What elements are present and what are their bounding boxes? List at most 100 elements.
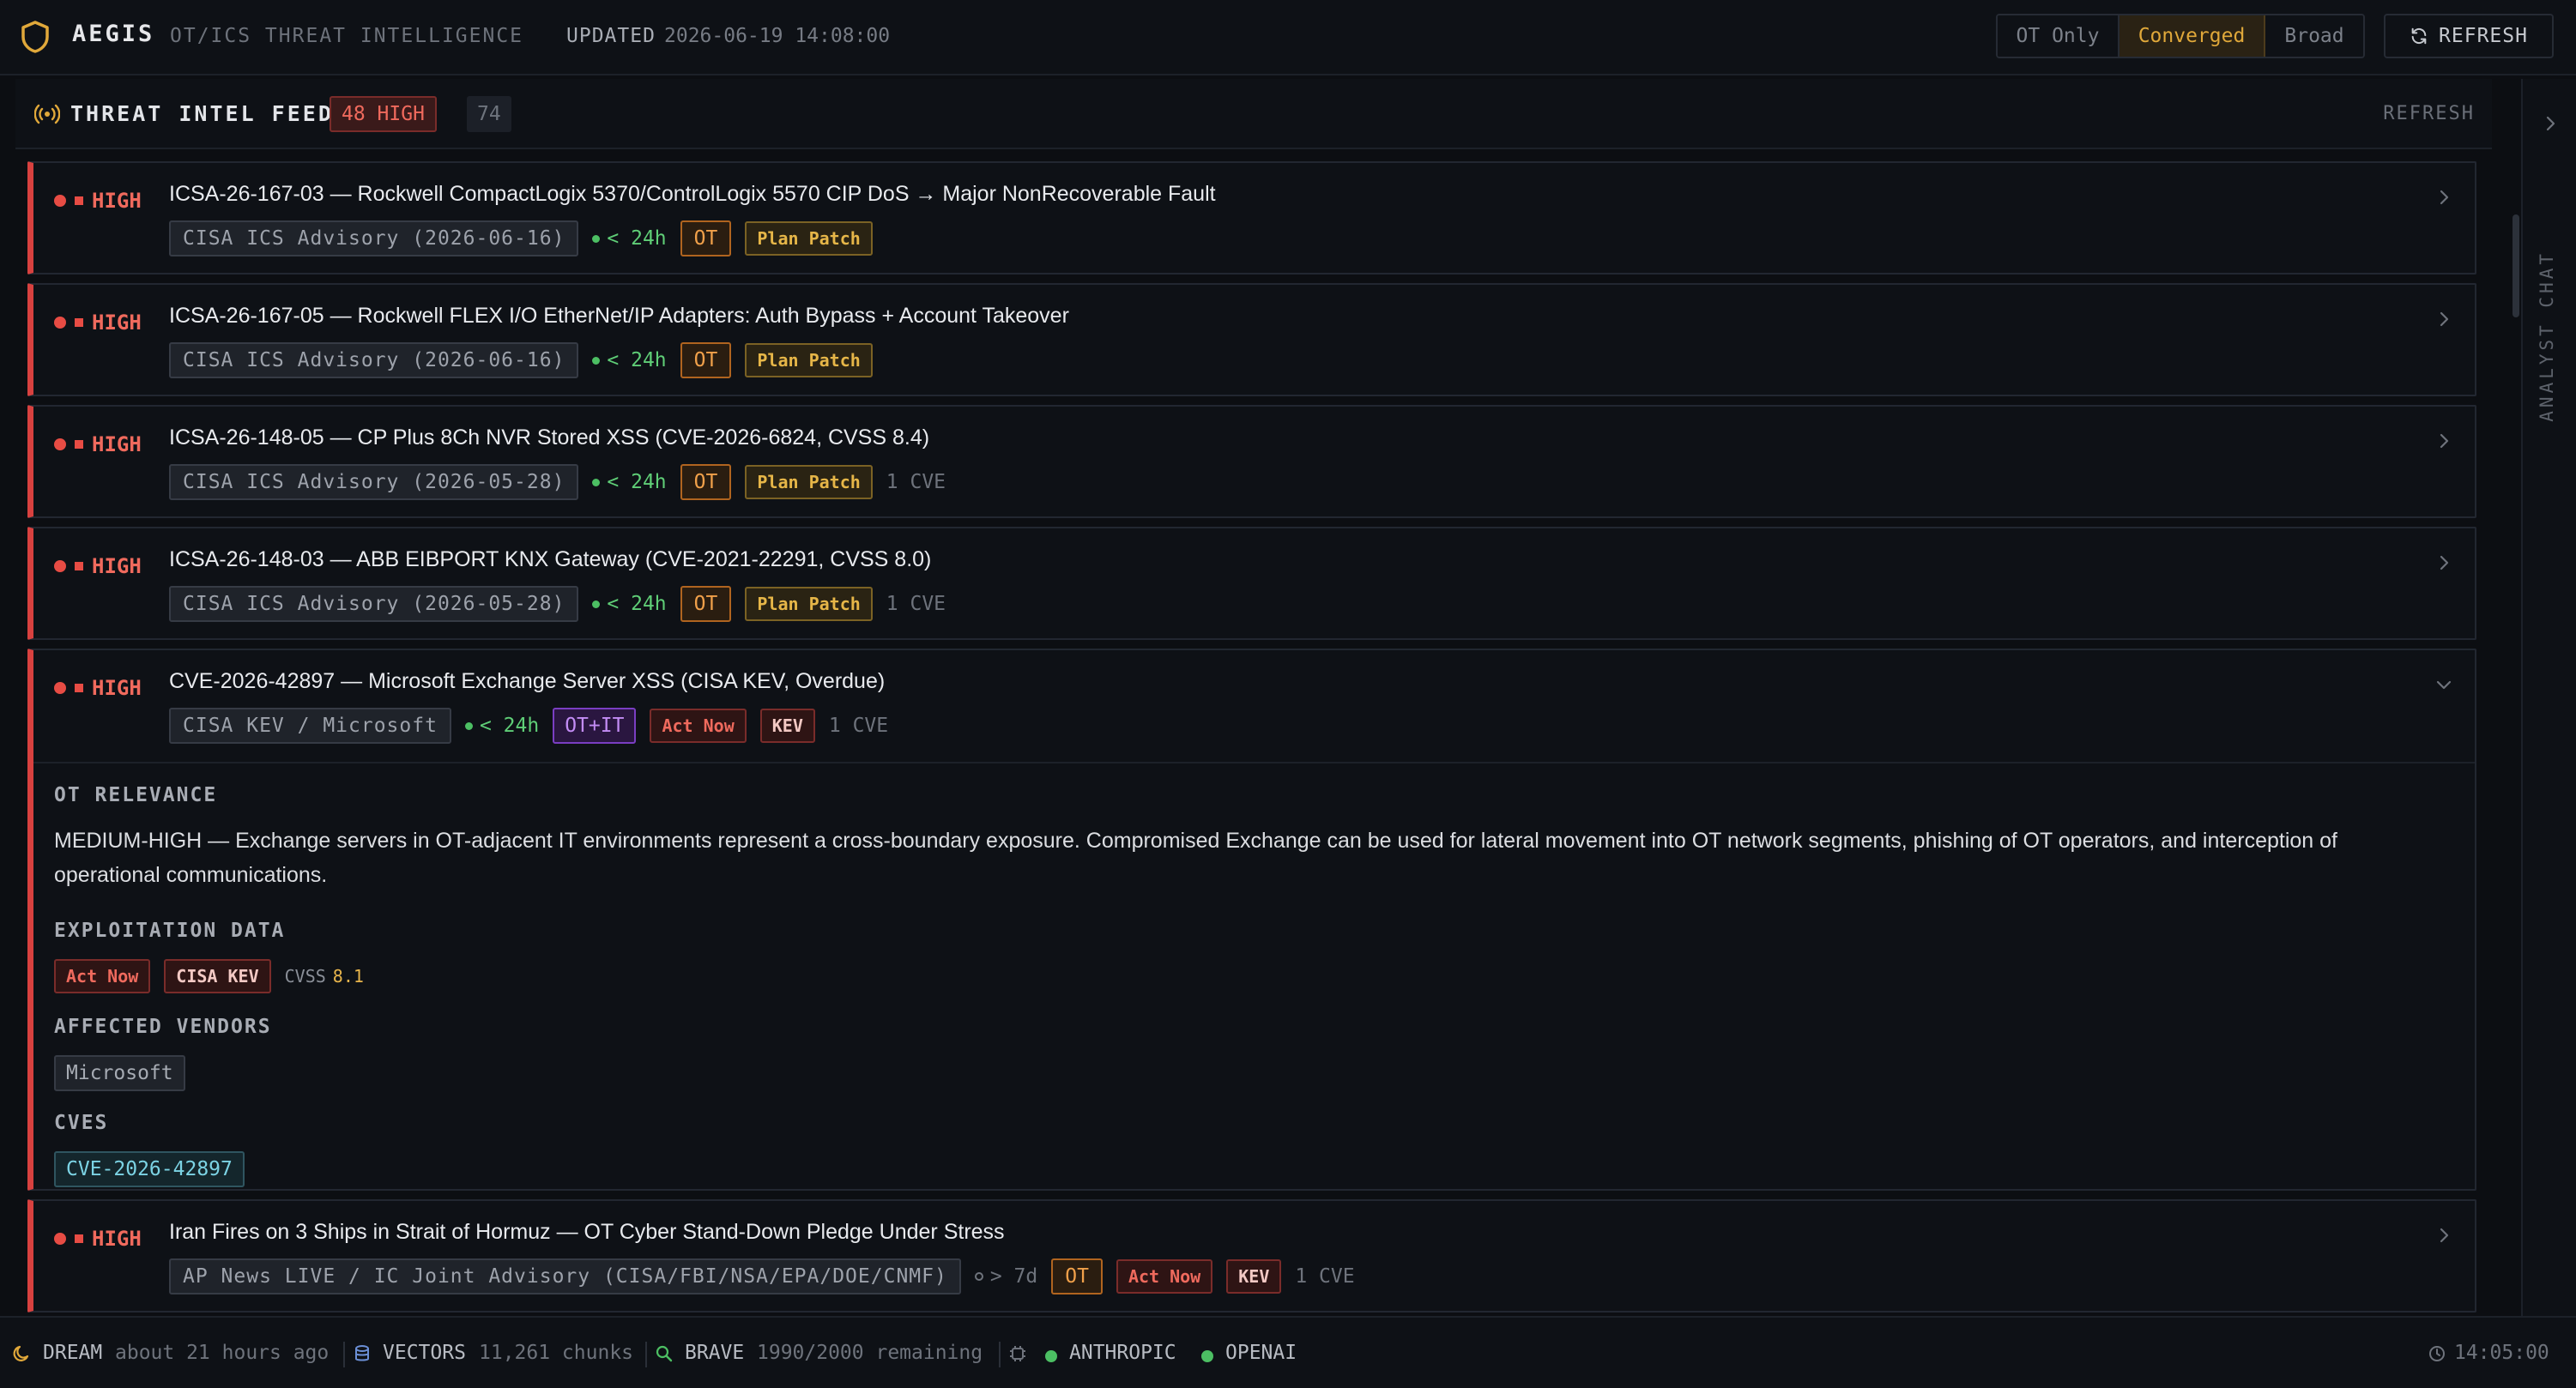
feed-scrollbar[interactable] [2513, 214, 2519, 317]
clock-icon [2429, 1346, 2445, 1361]
freshness-label: < 24h [479, 715, 540, 737]
severity-indicator: HIGH [54, 189, 142, 213]
ot-relevance-label: OT RELEVANCE [54, 784, 218, 806]
item-meta: CISA ICS Advisory (2026-06-16) < 24h OT … [169, 341, 873, 379]
scope-tag: OT [680, 342, 732, 378]
cve-count: 1 CVE [828, 715, 889, 737]
brand-subtitle: OT/ICS THREAT INTELLIGENCE [170, 25, 524, 47]
feed-item[interactable]: HIGH Iran Fires on 3 Ships in Strait of … [27, 1199, 2476, 1313]
feed-item[interactable]: HIGH ICSA-26-148-05 — CP Plus 8Ch NVR St… [27, 405, 2476, 518]
severity-dot-icon [54, 682, 66, 694]
scope-tag: OT [680, 464, 732, 500]
freshness-label: > 7d [989, 1265, 1038, 1288]
feed-header: THREAT INTEL FEED 48 HIGH 74 REFRESH [15, 79, 2492, 149]
severity-indicator: HIGH [54, 432, 142, 456]
item-detail: OT RELEVANCE MEDIUM-HIGH — Exchange serv… [33, 762, 2475, 1187]
cvss-label: CVSS [284, 966, 326, 987]
scope-tag: OT [1051, 1258, 1103, 1294]
anthropic-label: ANTHROPIC [1069, 1342, 1176, 1364]
cvss-value: 8.1 [332, 966, 364, 987]
refresh-button[interactable]: REFRESH [2384, 14, 2554, 58]
source-tag: CISA ICS Advisory (2026-06-16) [169, 220, 579, 256]
anthropic-status-dot [1045, 1350, 1057, 1362]
item-meta: CISA KEV / Microsoft < 24h OT+IT Act Now… [169, 707, 888, 745]
source-tag: CISA ICS Advisory (2026-05-28) [169, 464, 579, 500]
feed-item[interactable]: HIGH ICSA-26-167-05 — Rockwell FLEX I/O … [27, 283, 2476, 396]
freshness-indicator: < 24h [592, 593, 667, 615]
database-icon [355, 1345, 369, 1361]
cisa-kev-tag: CISA KEV [164, 959, 271, 993]
exploitation-row: Act Now CISA KEV CVSS 8.1 [54, 959, 364, 993]
fresh-dot-icon [592, 234, 601, 243]
source-tag: CISA ICS Advisory (2026-06-16) [169, 342, 579, 378]
mode-ot-only-button[interactable]: OT Only [1998, 15, 2119, 57]
search-icon [656, 1345, 673, 1362]
top-bar: AEGIS OT/ICS THREAT INTELLIGENCE UPDATED… [0, 0, 2576, 75]
severity-dot-icon [54, 1233, 66, 1245]
action-tag: Act Now [650, 709, 747, 743]
severity-square-icon [75, 562, 83, 570]
cve-count: 1 CVE [886, 471, 946, 493]
feed-item[interactable]: HIGH ICSA-26-148-03 — ABB EIBPORT KNX Ga… [27, 527, 2476, 640]
scope-tag: OT+IT [553, 708, 637, 744]
openai-status-dot [1201, 1350, 1213, 1362]
severity-dot-icon [54, 195, 66, 207]
chevron-right-icon[interactable] [2434, 309, 2454, 329]
chevron-down-icon[interactable] [2434, 674, 2454, 695]
mode-converged-button[interactable]: Converged [2119, 15, 2265, 57]
severity-square-icon [75, 1234, 83, 1243]
scope-tag: OT [680, 220, 732, 256]
analyst-chat-rail[interactable]: ANALYST CHAT [2521, 79, 2576, 1316]
fresh-dot-icon [592, 478, 601, 486]
cve-link[interactable]: CVE-2026-42897 [54, 1151, 245, 1187]
item-meta: CISA ICS Advisory (2026-05-28) < 24h OT … [169, 463, 946, 501]
cve-count: 1 CVE [886, 593, 946, 615]
chevron-right-icon[interactable] [2434, 431, 2454, 451]
severity-dot-icon [54, 438, 66, 450]
item-title: ICSA-26-148-03 — ABB EIBPORT KNX Gateway… [169, 547, 932, 571]
fresh-dot-icon [592, 600, 601, 608]
severity-square-icon [75, 684, 83, 692]
source-tag: AP News LIVE / IC Joint Advisory (CISA/F… [169, 1258, 961, 1294]
chevron-right-icon[interactable] [2434, 187, 2454, 208]
freshness-indicator: < 24h [592, 471, 667, 493]
clock-value: 14:05:00 [2454, 1342, 2549, 1364]
feed-title: THREAT INTEL FEED [70, 101, 334, 126]
status-bar: DREAM about 21 hours ago VECTORS 11,261 … [0, 1316, 2576, 1388]
chevron-right-icon[interactable] [2434, 1225, 2454, 1246]
total-count-badge: 74 [467, 96, 511, 132]
mode-broad-button[interactable]: Broad [2265, 15, 2363, 57]
item-meta: CISA ICS Advisory (2026-05-28) < 24h OT … [169, 585, 946, 623]
chip-icon [1010, 1346, 1025, 1361]
source-tag: CISA KEV / Microsoft [169, 708, 451, 744]
analyst-chat-label: ANALYST CHAT [2537, 250, 2557, 422]
vectors-value: 11,261 chunks [479, 1342, 634, 1364]
brave-value: 1990/2000 remaining [757, 1342, 983, 1364]
status-divider [645, 1342, 647, 1367]
kev-tag: KEV [759, 709, 815, 743]
cves-label: CVES [54, 1112, 109, 1134]
item-title: ICSA-26-167-03 — Rockwell CompactLogix 5… [169, 182, 1216, 206]
severity-dot-icon [54, 560, 66, 572]
severity-indicator: HIGH [54, 311, 142, 335]
fresh-dot-icon [464, 721, 473, 730]
severity-label: HIGH [92, 189, 142, 213]
item-title: CVE-2026-42897 — Microsoft Exchange Serv… [169, 669, 886, 693]
action-tag: Plan Patch [745, 343, 873, 377]
updated-timestamp: 2026-06-19 14:08:00 [664, 25, 891, 47]
feed-item[interactable]: HIGH ICSA-26-167-03 — Rockwell CompactLo… [27, 161, 2476, 275]
feed-item-expanded[interactable]: HIGH CVE-2026-42897 — Microsoft Exchange… [27, 649, 2476, 1191]
action-tag: Plan Patch [745, 587, 873, 621]
refresh-button-label: REFRESH [2439, 25, 2528, 47]
feed-refresh-button[interactable]: REFRESH [2383, 103, 2475, 124]
freshness-label: < 24h [607, 471, 667, 493]
source-tag: CISA ICS Advisory (2026-05-28) [169, 586, 579, 622]
stale-dot-icon [974, 1272, 983, 1281]
openai-label: OPENAI [1225, 1342, 1297, 1364]
chevron-right-icon[interactable] [2540, 113, 2561, 134]
ot-relevance-text: MEDIUM-HIGH — Exchange servers in OT-adj… [54, 829, 2337, 887]
high-count-badge: 48 HIGH [330, 96, 437, 132]
chevron-right-icon[interactable] [2434, 552, 2454, 573]
item-meta: CISA ICS Advisory (2026-06-16) < 24h OT … [169, 220, 873, 257]
action-tag: Plan Patch [745, 221, 873, 256]
